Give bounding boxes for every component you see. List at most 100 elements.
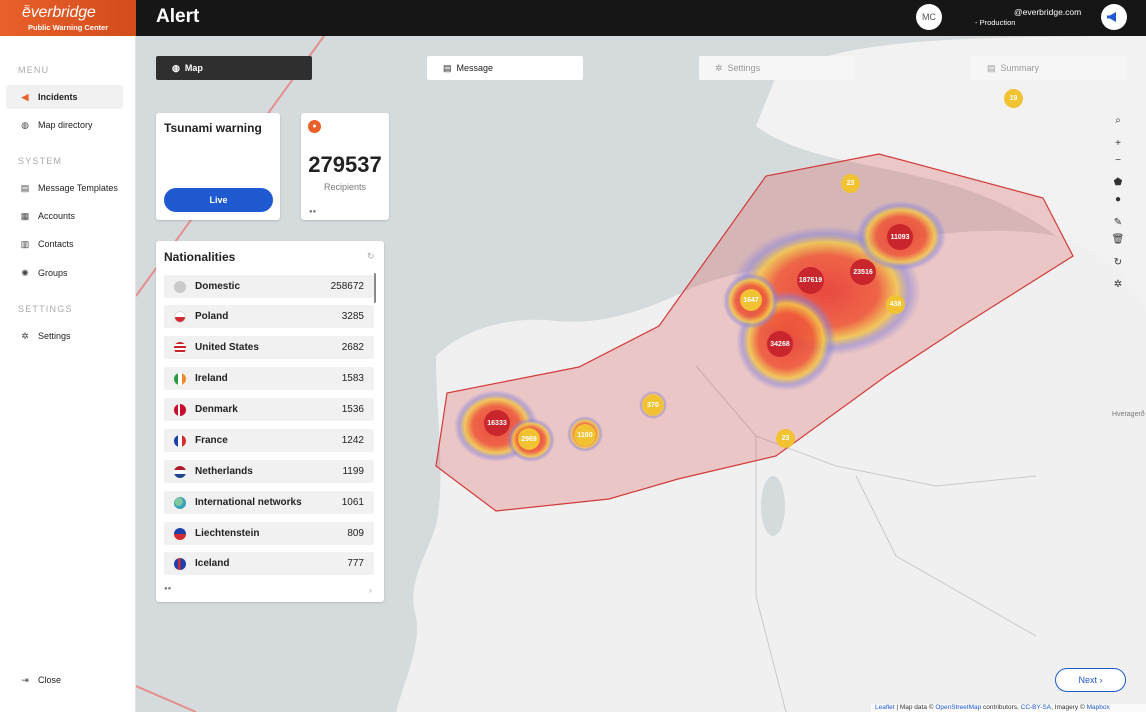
nationality-name: Netherlands: [195, 466, 253, 477]
sidebar-item-label: Settings: [38, 331, 71, 341]
nationality-row: International networks 1061: [164, 491, 374, 514]
map-cluster[interactable]: 23: [776, 429, 795, 448]
globe-icon: ◍: [172, 62, 180, 73]
nationality-row: Domestic 258672: [164, 275, 374, 298]
nationalities-panel: Nationalities ↻ Domestic 258672 Poland 3…: [156, 241, 384, 602]
chevron-right-icon[interactable]: ›: [369, 585, 372, 595]
circle-icon[interactable]: ●: [1108, 191, 1128, 207]
refresh-icon[interactable]: ↻: [1108, 254, 1128, 270]
incident-title: Tsunami warning: [164, 121, 262, 135]
message-icon: ▤: [443, 62, 452, 73]
document-icon: ▤: [987, 62, 996, 73]
user-email: @everbridge.com: [1014, 7, 1082, 17]
map-cluster[interactable]: 34268: [767, 331, 793, 357]
leaflet-link[interactable]: Leaflet: [875, 704, 895, 711]
netherlands-flag-icon: [174, 466, 186, 478]
map-place-label: Hveragerð: [1112, 411, 1145, 418]
contacts-icon: ▥: [20, 238, 30, 249]
map-cluster[interactable]: 1100: [574, 424, 596, 446]
sidebar-item-accounts[interactable]: ▦ Accounts: [6, 204, 123, 228]
tab-label: Map: [184, 63, 203, 73]
sidebar-item-label: Incidents: [38, 92, 78, 102]
brand-logo[interactable]: ≈ everbridge Public Warning Center: [0, 0, 136, 36]
mapbox-link[interactable]: Mapbox: [1087, 704, 1110, 711]
map-cluster[interactable]: 1647: [740, 289, 762, 311]
top-bar: ≈ everbridge Public Warning Center Alert …: [0, 0, 1146, 36]
map-view[interactable]: ◍ Map ▤ Message ✲ Settings ▤ Summary Tsunami…: [136, 36, 1146, 712]
megaphone-icon: ◀: [21, 91, 29, 102]
sidebar-item-label: Groups: [38, 268, 68, 278]
gear-icon: ✲: [21, 330, 29, 341]
avatar[interactable]: MC: [916, 4, 942, 30]
map-cluster[interactable]: 438: [886, 295, 905, 314]
license-link[interactable]: CC-BY-SA: [1021, 704, 1051, 711]
domestic-icon: [174, 281, 186, 293]
incident-card: Tsunami warning Live: [156, 113, 280, 220]
map-cluster[interactable]: 2969: [518, 428, 540, 450]
denmark-flag-icon: [174, 404, 186, 416]
nationality-count: 1583: [341, 373, 364, 384]
nationality-name: International networks: [195, 497, 302, 508]
attribution-text: contributors,: [981, 704, 1021, 711]
sidebar-item-settings[interactable]: ✲ Settings: [6, 324, 123, 348]
map-cluster[interactable]: 11093: [887, 224, 913, 250]
sidebar-item-label: Message Templates: [38, 183, 118, 193]
refresh-icon[interactable]: ↻: [367, 251, 375, 262]
next-button[interactable]: Next ›: [1055, 668, 1126, 692]
sidebar-close-button[interactable]: ⇥ Close: [6, 668, 123, 692]
map-cluster[interactable]: 23516: [850, 259, 876, 285]
sidebar-item-contacts[interactable]: ▥ Contacts: [6, 232, 123, 256]
zoom-out-icon[interactable]: −: [1108, 152, 1128, 168]
scrollbar[interactable]: [374, 273, 376, 303]
chevron-right-icon: ›: [1099, 675, 1103, 685]
sidebar-item-map-directory[interactable]: ◍ Map directory: [6, 113, 123, 137]
brand-subtitle: Public Warning Center: [28, 23, 109, 32]
trash-icon[interactable]: 🗑: [1108, 231, 1128, 247]
nationality-name: United States: [195, 342, 259, 353]
sidebar-section-settings: SETTINGS: [18, 304, 73, 314]
brand-name: everbridge: [22, 4, 96, 21]
map-cluster[interactable]: 23: [841, 174, 860, 193]
sidebar-item-label: Accounts: [38, 211, 76, 221]
groups-icon: ✺: [21, 267, 29, 278]
sidebar-item-label: Contacts: [38, 239, 74, 249]
sidebar-item-incidents[interactable]: ◀ Incidents: [6, 85, 123, 109]
sidebar-section-menu: MENU: [18, 65, 50, 75]
iceland-flag-icon: [174, 558, 186, 570]
pagination-dots[interactable]: ●●: [164, 586, 171, 592]
nationality-name: Poland: [195, 311, 229, 322]
attribution-text: , Imagery ©: [1051, 704, 1087, 711]
tab-map[interactable]: ◍ Map: [156, 56, 312, 80]
nationality-count: 777: [347, 558, 364, 569]
search-icon[interactable]: ⌕: [1108, 112, 1128, 128]
liechtenstein-flag-icon: [174, 528, 186, 540]
recipients-count: 279537: [308, 152, 382, 177]
nationality-name: Iceland: [195, 558, 230, 569]
sidebar-item-message-templates[interactable]: ▤ Message Templates: [6, 176, 123, 200]
edit-icon[interactable]: ✎: [1108, 214, 1128, 230]
sidebar-item-groups[interactable]: ✺ Groups: [6, 261, 123, 285]
live-button[interactable]: Live: [164, 188, 273, 212]
map-cluster[interactable]: 187619: [797, 267, 824, 294]
zoom-in-icon[interactable]: +: [1108, 135, 1128, 151]
map-cluster[interactable]: 16333: [484, 410, 510, 436]
sidebar-item-label: Map directory: [38, 120, 93, 130]
nationality-row: Iceland 777: [164, 552, 374, 575]
nationality-row: Poland 3285: [164, 305, 374, 328]
map-cluster[interactable]: 19: [1004, 89, 1023, 108]
osm-link[interactable]: OpenStreetMap: [935, 704, 981, 711]
pagination-dots[interactable]: ●●: [309, 209, 316, 215]
nationalities-title: Nationalities: [164, 250, 236, 264]
nationality-count: 258672: [330, 281, 364, 292]
nationality-name: Domestic: [195, 281, 241, 292]
tab-label: Settings: [727, 63, 761, 73]
broadcast-button[interactable]: [1101, 4, 1127, 30]
gear-icon[interactable]: ✲: [1108, 276, 1128, 292]
sidebar: MENU ◀ Incidents ◍ Map directory SYSTEM ▤ M…: [0, 36, 136, 712]
recipients-label: Recipients: [323, 182, 367, 192]
next-label: Next: [1078, 675, 1097, 685]
polygon-icon[interactable]: ⬟: [1108, 174, 1128, 190]
tab-message[interactable]: ▤ Message: [427, 56, 583, 80]
map-cluster[interactable]: 370: [643, 395, 663, 415]
nationality-count: 1199: [342, 466, 364, 477]
